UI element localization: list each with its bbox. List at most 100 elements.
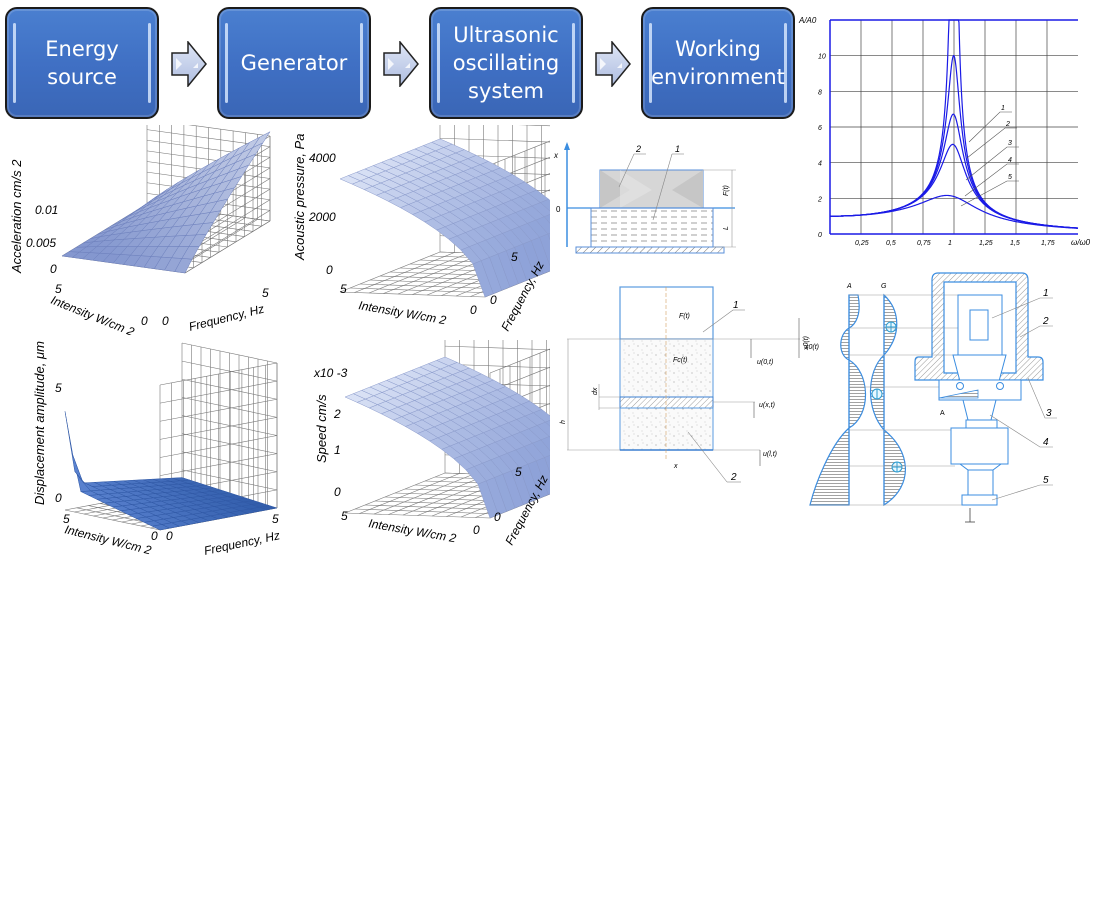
tool-shank bbox=[967, 469, 994, 496]
layer-diagram: x 0 F(t) L 2 1 bbox=[553, 142, 736, 254]
z-multiplier: x10 -3 bbox=[313, 366, 348, 380]
y-tick-label: 5 bbox=[511, 250, 518, 264]
y-tick-label: 10 bbox=[818, 54, 826, 61]
z-axis-label: Speed cm/s bbox=[314, 394, 329, 463]
z-axis-label: Acoustic pressure, Pa bbox=[292, 134, 307, 261]
callout-leader bbox=[960, 180, 1019, 207]
flow-box-label: Ultrasonic oscillating system bbox=[452, 23, 560, 103]
flow-box-label: Working environment bbox=[651, 37, 785, 89]
column-diagram: F(t) Fc(t) dx h x u(0,t) u(x,t) u(l,t) x… bbox=[560, 286, 810, 483]
y-axis-label: Frequency, Hz bbox=[187, 302, 265, 334]
transducer-diagram: A G x0(t) A 1 2 3 4 5 bbox=[804, 272, 1057, 523]
x-tick-label: 0 bbox=[473, 523, 480, 537]
x-axis-label: Intensity W/cm 2 bbox=[357, 298, 447, 327]
x-tick-label: 0 bbox=[141, 314, 148, 328]
ux-label: u(x,t) bbox=[759, 402, 775, 409]
h-label: h bbox=[560, 420, 567, 424]
x-label: x bbox=[673, 463, 678, 470]
chart-tick-labels: 0,25 0,5 0,75 1 1,25 1,5 1,75 0 2 4 6 8 10 bbox=[817, 54, 1055, 247]
origin-label: 0 bbox=[556, 205, 561, 214]
y-axis-label: A/A0 bbox=[798, 16, 817, 25]
surface-patch bbox=[64, 411, 83, 482]
callout-2: 2 bbox=[635, 144, 641, 154]
x-tick-label: 1,25 bbox=[979, 240, 993, 247]
callout-2: 2 bbox=[1042, 316, 1049, 327]
curve-label: 5 bbox=[1008, 174, 1012, 181]
flow-box-generator: Generator bbox=[217, 7, 371, 119]
y-tick-label: 4 bbox=[818, 161, 822, 168]
wall-grid-line bbox=[439, 137, 550, 143]
resonance-chart: 0,25 0,5 0,75 1 1,25 1,5 1,75 0 2 4 6 8 10 A/A0 ω/ω0… bbox=[798, 16, 1091, 247]
thickness-label: L bbox=[723, 226, 730, 230]
section-A-label: A bbox=[940, 410, 945, 417]
acceleration-surface-chart: Acceleration cm/s 2 0.01 0.005 0 5 0 0 5… bbox=[9, 125, 271, 335]
x0-label: x0(t) bbox=[804, 344, 819, 351]
displacement-amplitude-surface-chart: Displacement amplitude, μm 5 0 5 0 0 5 I… bbox=[32, 341, 281, 558]
ul-label: u(l,t) bbox=[763, 451, 777, 458]
piston bbox=[619, 286, 714, 340]
x-tick-label: 1,75 bbox=[1041, 240, 1055, 247]
arrow-head-icon bbox=[564, 142, 570, 150]
medium-upper bbox=[619, 338, 714, 398]
flow-box-label: Energy source bbox=[45, 37, 119, 89]
acoustic-pressure-surface-chart: Acoustic pressure, Pa 4000 2000 0 5 0 0 … bbox=[292, 125, 550, 333]
o-ring-left bbox=[956, 382, 964, 390]
curve-label: 4 bbox=[1008, 157, 1012, 164]
x-tick-label: 0 bbox=[470, 303, 477, 317]
y-axis-label: Frequency, Hz bbox=[203, 528, 281, 558]
x-axis-label: ω/ω0 bbox=[1071, 238, 1091, 247]
resistance-force-label: Fc(t) bbox=[673, 357, 687, 364]
surface-mesh bbox=[61, 131, 271, 274]
flow-box-energy-source: Energy source bbox=[5, 7, 159, 119]
z-tick-label: 0 bbox=[326, 263, 333, 277]
speed-surface-chart: x10 -3 Speed cm/s 2 1 0 5 0 0 5 Intensit… bbox=[313, 340, 550, 547]
tool-body bbox=[950, 427, 1009, 465]
base-plate bbox=[575, 246, 725, 254]
curve-label: 3 bbox=[1008, 140, 1012, 147]
callout-2: 2 bbox=[730, 472, 737, 483]
x-tick-label: 5 bbox=[340, 282, 347, 296]
y-tick-label: 5 bbox=[515, 465, 522, 479]
wave-A-label: A bbox=[846, 283, 852, 290]
callout-1: 1 bbox=[675, 144, 680, 154]
x-axis-label: Intensity W/cm 2 bbox=[367, 516, 457, 545]
axis-x-label: x bbox=[553, 151, 559, 160]
right-arrow-icon bbox=[171, 41, 207, 87]
x-tick-label: 1,5 bbox=[1010, 240, 1020, 247]
x-tick-label: 0,5 bbox=[886, 240, 896, 247]
tool-tip bbox=[961, 494, 998, 506]
surface-mesh bbox=[339, 138, 550, 298]
y-tick-label: 6 bbox=[818, 125, 822, 132]
z-axis-label: Acceleration cm/s 2 bbox=[9, 159, 24, 274]
y-tick-label: 5 bbox=[262, 286, 269, 300]
callout-1: 1 bbox=[1043, 288, 1049, 299]
z-tick-label: 2 bbox=[333, 407, 341, 421]
y-tick-label: 5 bbox=[272, 512, 279, 526]
magnet-core bbox=[969, 309, 989, 341]
callout-1: 1 bbox=[733, 300, 739, 311]
z-axis-label: Displacement amplitude, μm bbox=[32, 341, 47, 505]
amplitude-wave-A bbox=[809, 294, 867, 506]
tool-neck bbox=[965, 419, 998, 429]
curve-label: 2 bbox=[1005, 121, 1010, 128]
y-tick-label: 2 bbox=[817, 196, 822, 203]
z-tick-label: 0 bbox=[50, 262, 57, 276]
dx-label: dx bbox=[592, 387, 599, 395]
x-tick-label: 5 bbox=[341, 509, 348, 523]
callout-3: 3 bbox=[1046, 408, 1052, 419]
callout-5: 5 bbox=[1043, 475, 1049, 486]
element-1-layer bbox=[590, 207, 714, 248]
y-tick-label: 0 bbox=[166, 529, 173, 543]
x-tick-label: 0,75 bbox=[917, 240, 931, 247]
z-tick-label: 0.005 bbox=[26, 236, 56, 250]
wall-grid-line bbox=[518, 125, 550, 127]
x-tick-label: 1 bbox=[948, 240, 952, 247]
y-tick-label: 0 bbox=[494, 510, 501, 524]
y-tick-label: 0 bbox=[490, 293, 497, 307]
x-axis-label: Intensity W/cm 2 bbox=[63, 522, 153, 557]
x-tick-label: 0 bbox=[151, 529, 158, 543]
right-arrow-icon bbox=[595, 41, 631, 87]
force-label: F(t) bbox=[723, 185, 730, 196]
x-axis-label: Intensity W/cm 2 bbox=[49, 293, 137, 335]
flow-box-label: Generator bbox=[240, 51, 348, 75]
